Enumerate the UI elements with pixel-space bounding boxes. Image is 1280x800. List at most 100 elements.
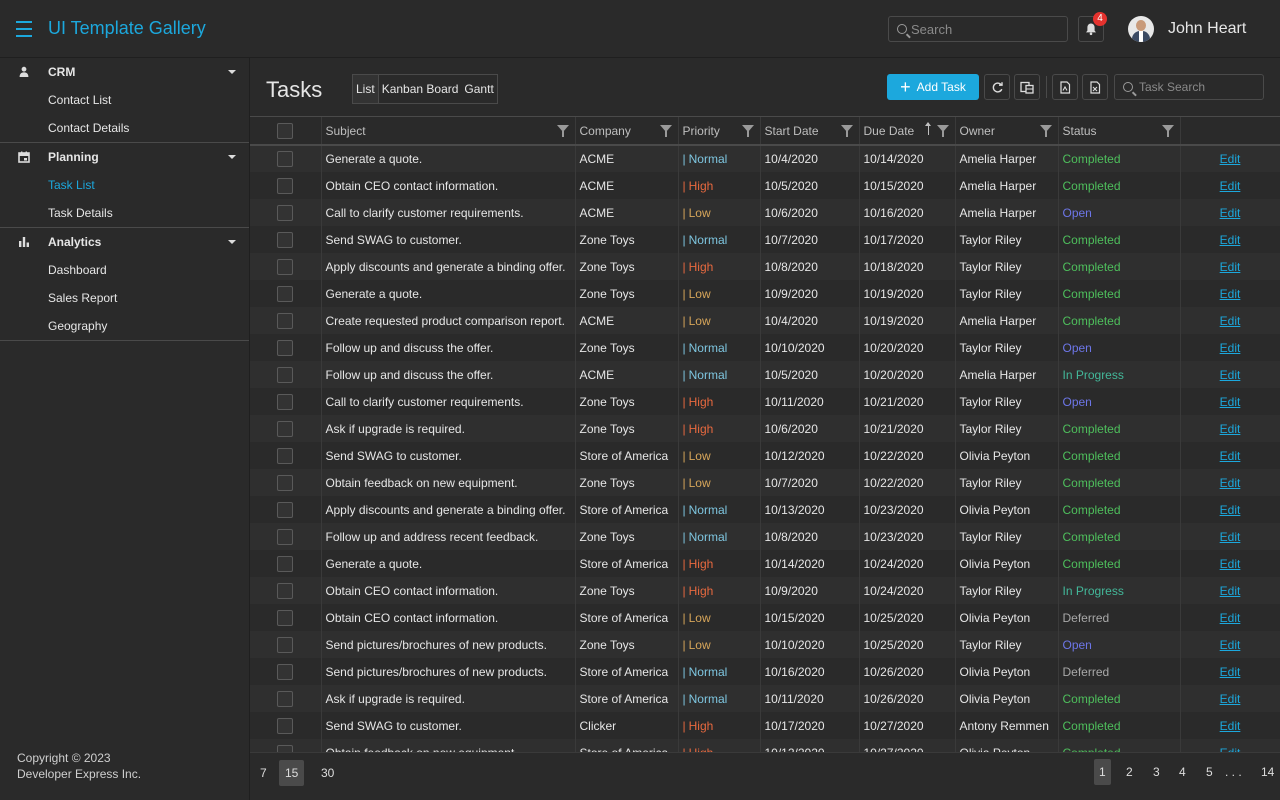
avatar[interactable]	[1128, 16, 1154, 42]
row-checkbox[interactable]	[277, 393, 294, 410]
table-row[interactable]: Call to clarify customer requirements. AC…	[250, 199, 1280, 226]
filter-icon[interactable]	[659, 125, 672, 137]
edit-link[interactable]: Edit	[1220, 260, 1241, 274]
edit-link[interactable]: Edit	[1220, 557, 1241, 571]
edit-link[interactable]: Edit	[1220, 422, 1241, 436]
edit-link[interactable]: Edit	[1220, 449, 1241, 463]
sidebar-item-geography[interactable]: Geography	[0, 312, 249, 340]
table-row[interactable]: Create requested product comparison repo…	[250, 307, 1280, 334]
sidebar-item-dashboard[interactable]: Dashboard	[0, 256, 249, 284]
edit-link[interactable]: Edit	[1220, 287, 1241, 301]
edit-link[interactable]: Edit	[1220, 638, 1241, 652]
sidebar-item-task-list[interactable]: Task List	[0, 171, 249, 199]
row-checkbox[interactable]	[277, 609, 294, 626]
sidebar-item-sales-report[interactable]: Sales Report	[0, 284, 249, 312]
column-header-subject[interactable]: Subject	[321, 117, 576, 146]
row-checkbox[interactable]	[277, 285, 294, 302]
task-search-input[interactable]	[1139, 80, 1259, 94]
row-checkbox[interactable]	[277, 636, 294, 653]
view-list-button[interactable]: List	[353, 75, 379, 103]
user-name[interactable]: John Heart	[1168, 20, 1246, 38]
row-checkbox[interactable]	[277, 474, 294, 491]
table-row[interactable]: Ask if upgrade is required. Zone Toys | Hig…	[250, 415, 1280, 442]
table-row[interactable]: Send pictures/brochures of new products.…	[250, 658, 1280, 685]
page-2-button[interactable]: 2	[1121, 759, 1138, 785]
table-row[interactable]: Follow up and discuss the offer. Zone Toy…	[250, 334, 1280, 361]
row-checkbox[interactable]	[277, 744, 294, 752]
table-row[interactable]: Send pictures/brochures of new products.…	[250, 631, 1280, 658]
view-gantt-button[interactable]: Gantt	[461, 75, 496, 103]
page-1-button[interactable]: 1	[1094, 759, 1111, 785]
table-row[interactable]: Generate a quote. Zone Toys | Low 10/9/2020 1…	[250, 280, 1280, 307]
page-14-button[interactable]: 14	[1256, 759, 1279, 785]
row-checkbox[interactable]	[277, 717, 294, 734]
table-row[interactable]: Apply discounts and generate a binding o…	[250, 253, 1280, 280]
select-all-checkbox[interactable]	[277, 122, 294, 139]
table-row[interactable]: Obtain CEO contact information. Zone Toys…	[250, 577, 1280, 604]
table-row[interactable]: Obtain feedback on new equipment.Store o…	[250, 739, 1280, 752]
row-checkbox[interactable]	[277, 204, 294, 221]
edit-link[interactable]: Edit	[1220, 503, 1241, 517]
hamburger-menu-icon[interactable]	[16, 20, 32, 38]
sidebar-item-contact-details[interactable]: Contact Details	[0, 114, 249, 142]
nav-group-header-planning[interactable]: Planning	[0, 143, 249, 171]
edit-link[interactable]: Edit	[1220, 314, 1241, 328]
edit-link[interactable]: Edit	[1220, 719, 1241, 733]
row-checkbox[interactable]	[277, 447, 294, 464]
edit-link[interactable]: Edit	[1220, 395, 1241, 409]
sidebar-item-contact-list[interactable]: Contact List	[0, 86, 249, 114]
row-checkbox[interactable]	[277, 582, 294, 599]
view-kanban-button[interactable]: Kanban Board	[379, 75, 462, 103]
column-header-priority[interactable]: Priority	[678, 117, 761, 146]
table-row[interactable]: Obtain feedback on new equipment. Zone To…	[250, 469, 1280, 496]
table-row[interactable]: Obtain CEO contact information. ACME | High…	[250, 172, 1280, 199]
app-title[interactable]: UI Template Gallery	[48, 18, 206, 39]
edit-link[interactable]: Edit	[1220, 530, 1241, 544]
refresh-button[interactable]	[984, 74, 1010, 100]
page-size-7[interactable]: 7	[254, 760, 273, 786]
table-row[interactable]: Obtain CEO contact information. Store of …	[250, 604, 1280, 631]
filter-icon[interactable]	[741, 125, 754, 137]
add-task-button[interactable]: + Add Task	[887, 74, 979, 100]
column-header-company[interactable]: Company	[575, 117, 679, 146]
filter-icon[interactable]	[1039, 125, 1052, 137]
edit-link[interactable]: Edit	[1220, 665, 1241, 679]
table-row[interactable]: Generate a quote. Store of America | High 10…	[250, 550, 1280, 577]
row-checkbox[interactable]	[277, 555, 294, 572]
page-4-button[interactable]: 4	[1174, 759, 1191, 785]
sidebar-item-task-details[interactable]: Task Details	[0, 199, 249, 227]
page-5-button[interactable]: 5	[1201, 759, 1218, 785]
row-checkbox[interactable]	[277, 339, 294, 356]
task-search[interactable]	[1114, 74, 1264, 100]
edit-link[interactable]: Edit	[1220, 692, 1241, 706]
edit-link[interactable]: Edit	[1220, 368, 1241, 382]
row-checkbox[interactable]	[277, 663, 294, 680]
row-checkbox[interactable]	[277, 177, 294, 194]
table-row[interactable]: Send SWAG to customer. Clicker | High 10/17/…	[250, 712, 1280, 739]
edit-link[interactable]: Edit	[1220, 233, 1241, 247]
edit-link[interactable]: Edit	[1220, 341, 1241, 355]
row-checkbox[interactable]	[277, 312, 294, 329]
row-checkbox[interactable]	[277, 528, 294, 545]
row-checkbox[interactable]	[277, 420, 294, 437]
column-header-due-date[interactable]: Due Date	[859, 117, 956, 146]
table-row[interactable]: Call to clarify customer requirements. Zo…	[250, 388, 1280, 415]
row-checkbox[interactable]	[277, 231, 294, 248]
edit-link[interactable]: Edit	[1220, 206, 1241, 220]
row-checkbox[interactable]	[277, 366, 294, 383]
table-row[interactable]: Apply discounts and generate a binding o…	[250, 496, 1280, 523]
filter-icon[interactable]	[556, 125, 569, 137]
table-row[interactable]: Send SWAG to customer. Store of America | L…	[250, 442, 1280, 469]
page-3-button[interactable]: 3	[1148, 759, 1165, 785]
edit-link[interactable]: Edit	[1220, 476, 1241, 490]
nav-group-header-analytics[interactable]: Analytics	[0, 228, 249, 256]
table-row[interactable]: Ask if upgrade is required. Store of Amer…	[250, 685, 1280, 712]
page-size-30[interactable]: 30	[315, 760, 340, 786]
column-header-status[interactable]: Status	[1058, 117, 1181, 146]
nav-group-header-crm[interactable]: CRM	[0, 58, 249, 86]
row-checkbox[interactable]	[277, 690, 294, 707]
filter-icon[interactable]	[1161, 125, 1174, 137]
row-checkbox[interactable]	[277, 151, 294, 167]
column-chooser-button[interactable]	[1014, 74, 1040, 100]
export-pdf-button[interactable]	[1052, 74, 1078, 100]
